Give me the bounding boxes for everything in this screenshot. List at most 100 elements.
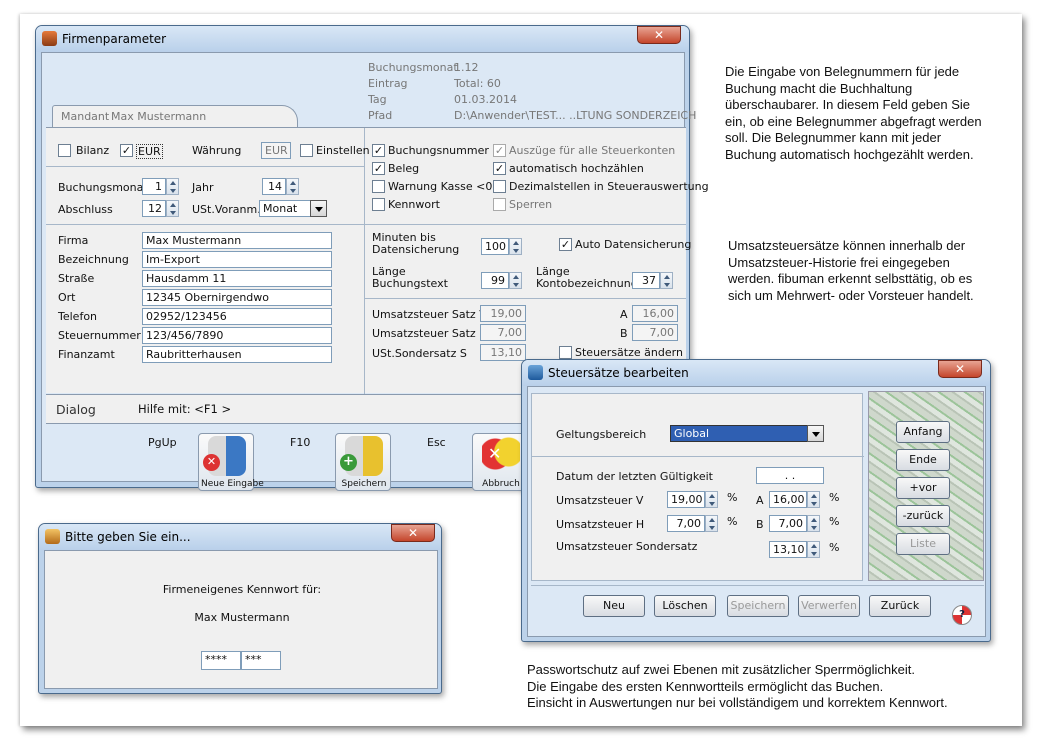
laenge-konto-input[interactable]: 37 xyxy=(632,272,660,289)
info-value-eintrag: Total: 60 xyxy=(454,77,501,90)
close-button[interactable]: ✕ xyxy=(637,26,681,44)
tax-a-label: A xyxy=(756,494,764,507)
tax-a-input[interactable]: 16,00 xyxy=(769,491,807,508)
geltungsbereich-select[interactable]: Global xyxy=(670,425,808,442)
divider-left-2 xyxy=(46,224,364,225)
datum-input[interactable]: . . xyxy=(756,467,824,484)
ust-satz-v-field[interactable]: 19,00 xyxy=(480,305,526,322)
divider-left-1 xyxy=(46,166,364,167)
buchungsmonat-input[interactable]: 1 xyxy=(142,178,166,195)
tax-bottom-button-1[interactable]: Löschen xyxy=(654,595,716,617)
jahr-input[interactable]: 14 xyxy=(262,178,286,195)
tax-bottom-button-4[interactable]: Zurück xyxy=(869,595,931,617)
content-panel: Bilanz ✓ EUR Währung EUR Einstellen Buch… xyxy=(46,127,709,394)
tax-b-spinner[interactable] xyxy=(807,515,820,532)
note-passwortschutz-line-2: Die Eingabe des ersten Kennwortteils erm… xyxy=(527,678,884,694)
pw-part2-input[interactable]: *** xyxy=(241,651,281,670)
buchungsnummer-checkbox[interactable]: ✓ xyxy=(372,144,385,157)
ust-satz-a-field[interactable]: 16,00 xyxy=(632,305,678,322)
tax-close-button[interactable]: ✕ xyxy=(938,360,982,378)
nav-button-0[interactable]: Anfang xyxy=(896,421,950,443)
buchungsmonat-label: Buchungsmonat xyxy=(58,181,148,194)
dezimal-checkbox[interactable] xyxy=(493,180,506,193)
abschluss-spinner[interactable] xyxy=(166,200,179,217)
bilanz-checkbox[interactable] xyxy=(58,144,71,157)
tax-s-input[interactable]: 13,10 xyxy=(769,541,807,558)
tax-bottom-button-2[interactable]: Speichern xyxy=(727,595,789,617)
laenge-buchungstext-spinner[interactable] xyxy=(509,272,522,289)
abschluss-input[interactable]: 12 xyxy=(142,200,166,217)
tax-bottom-button-3[interactable]: Verwerfen xyxy=(798,595,860,617)
eur-label: EUR xyxy=(136,144,163,159)
nav-button-2[interactable]: +vor xyxy=(896,477,950,499)
ust-voranm-dropdown-icon[interactable] xyxy=(310,200,327,217)
auto-datensicherung-checkbox[interactable]: ✓ xyxy=(559,238,572,251)
tax-v-spinner[interactable] xyxy=(705,491,718,508)
tax-v-input[interactable]: 19,00 xyxy=(667,491,705,508)
sperren-checkbox[interactable] xyxy=(493,198,506,211)
buchungsmonat-spinner[interactable] xyxy=(166,178,179,195)
ust-satz-h-field[interactable]: 7,00 xyxy=(480,324,526,341)
field-input[interactable]: 02952/123456 xyxy=(142,308,332,325)
field-input[interactable]: Max Mustermann xyxy=(142,232,332,249)
hochzaehlen-checkbox[interactable]: ✓ xyxy=(493,162,506,175)
tax-a-spinner[interactable] xyxy=(807,491,820,508)
warnung-label: Warnung Kasse <0 xyxy=(388,180,493,193)
tax-a-pct: % xyxy=(829,491,840,504)
beleg-label: Beleg xyxy=(388,162,420,175)
laenge-buchungstext-input[interactable]: 99 xyxy=(481,272,509,289)
nav-button-3[interactable]: -zurück xyxy=(896,505,950,527)
tab-mandant[interactable]: Mandant Max Mustermann xyxy=(52,105,298,127)
window-title: Firmenparameter xyxy=(62,32,167,46)
abbruch-button[interactable]: ✕ Abbruch xyxy=(472,433,528,491)
help-icon[interactable]: ? xyxy=(952,605,972,625)
pw-company-name: Max Mustermann xyxy=(194,611,290,624)
tax-titlebar[interactable]: Steuersätze bearbeiten ✕ xyxy=(522,360,990,386)
dezimal-label: Dezimalstellen in Steuerauswertung xyxy=(509,180,709,193)
titlebar[interactable]: Firmenparameter ✕ xyxy=(36,26,689,52)
pw-close-button[interactable]: ✕ xyxy=(391,524,435,542)
info-value-buchungsmonat: 1.12 xyxy=(454,61,479,74)
beleg-checkbox[interactable]: ✓ xyxy=(372,162,385,175)
ust-sondersatz-field[interactable]: 13,10 xyxy=(480,344,526,361)
info-label-pfad: Pfad xyxy=(368,109,393,122)
tax-h-spinner[interactable] xyxy=(705,515,718,532)
auszuege-checkbox[interactable]: ✓ xyxy=(493,144,506,157)
laenge-konto-spinner[interactable] xyxy=(660,272,673,289)
field-input[interactable]: Im-Export xyxy=(142,251,332,268)
geltungsbereich-dropdown-icon[interactable] xyxy=(807,425,824,442)
divider-right-2 xyxy=(365,298,686,299)
tax-b-input[interactable]: 7,00 xyxy=(769,515,807,532)
field-input[interactable]: Raubritterhausen xyxy=(142,346,332,363)
nav-button-1[interactable]: Ende xyxy=(896,449,950,471)
field-input[interactable]: 123/456/7890 xyxy=(142,327,332,344)
tax-h-input[interactable]: 7,00 xyxy=(667,515,705,532)
note-steuersaetze: Umsatzsteuersätze können innerhalb der U… xyxy=(728,238,974,303)
minuten-input[interactable]: 100 xyxy=(481,238,509,255)
speichern-button[interactable]: + Speichern xyxy=(335,433,391,491)
steuersaetze-window: Steuersätze bearbeiten ✕ Geltungsbereich… xyxy=(521,359,991,642)
tax-bottom-button-0[interactable]: Neu xyxy=(583,595,645,617)
minuten-spinner[interactable] xyxy=(509,238,522,255)
field-input[interactable]: Hausdamm 11 xyxy=(142,270,332,287)
ust-voranm-select[interactable]: Monat xyxy=(259,200,311,217)
divider-right-1 xyxy=(365,224,686,225)
nav-button-4[interactable]: Liste xyxy=(896,533,950,555)
jahr-spinner[interactable] xyxy=(286,178,299,195)
pw-titlebar[interactable]: Bitte geben Sie ein... ✕ xyxy=(39,524,441,550)
warnung-checkbox[interactable] xyxy=(372,180,385,193)
tax-s-spinner[interactable] xyxy=(807,541,820,558)
eur-checkbox[interactable]: ✓ xyxy=(120,144,133,157)
tax-v-label: Umsatzsteuer V xyxy=(556,494,644,507)
steuersaetze-aendern-checkbox[interactable] xyxy=(559,346,572,359)
waehrung-field[interactable]: EUR xyxy=(261,142,291,159)
kennwort-checkbox[interactable] xyxy=(372,198,385,211)
einstellen-checkbox[interactable] xyxy=(300,144,313,157)
field-input[interactable]: 12345 Obernirgendwo xyxy=(142,289,332,306)
bilanz-label: Bilanz xyxy=(76,144,110,157)
sperren-label: Sperren xyxy=(509,198,553,211)
pw-part1-input[interactable]: **** xyxy=(201,651,241,670)
ust-satz-b-field[interactable]: 7,00 xyxy=(632,324,678,341)
ust-satz-h-label: Umsatzsteuer Satz H xyxy=(372,327,488,340)
neue-eingabe-button[interactable]: ✕ Neue Eingabe xyxy=(198,433,264,491)
